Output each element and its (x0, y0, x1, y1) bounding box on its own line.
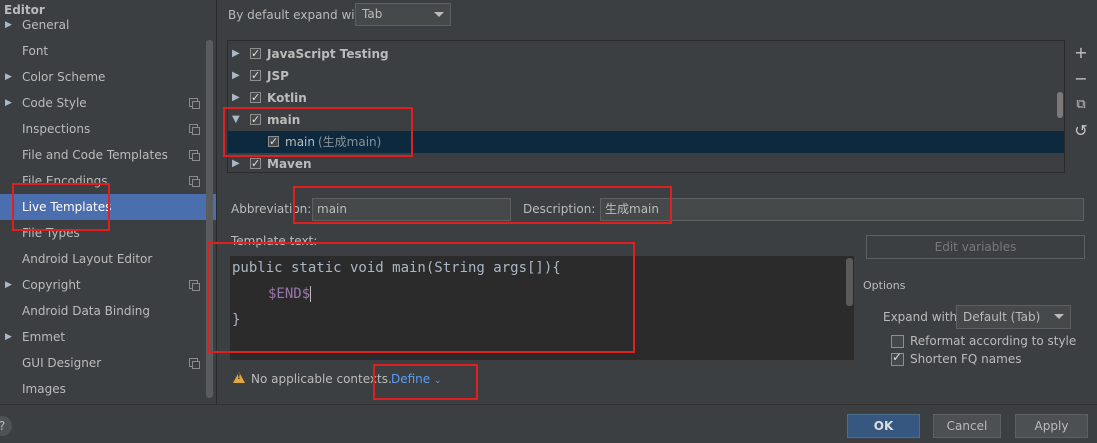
template-group-row[interactable]: ▶ Kotlin (228, 87, 1064, 109)
expand-arrow-icon[interactable]: ▶ (232, 43, 240, 65)
sidebar-item[interactable]: ▶ Copyright (0, 272, 216, 298)
restore-icon[interactable]: ↺ (1072, 122, 1090, 140)
warning-icon (233, 372, 245, 383)
expand-arrow-icon[interactable]: ▶ (5, 90, 12, 116)
highlight-box (208, 242, 635, 353)
project-scope-icon (189, 150, 200, 161)
options-label: Options (863, 279, 906, 292)
expand-arrow-icon[interactable]: ▶ (5, 64, 12, 90)
template-group-row[interactable]: ▶ JSP (228, 65, 1064, 87)
template-row-label: JSP (267, 69, 289, 83)
sidebar-item-label: Android Data Binding (22, 304, 151, 318)
sidebar-item[interactable]: GUI Designer (0, 350, 216, 376)
expand-arrow-icon[interactable]: ▶ (5, 12, 12, 38)
sidebar-item-label: Code Style (22, 96, 87, 110)
template-checkbox[interactable] (250, 43, 261, 65)
sidebar-item[interactable]: Android Layout Editor (0, 246, 216, 272)
template-row-label: JavaScript Testing (267, 47, 389, 61)
project-scope-icon (189, 176, 200, 187)
sidebar-item-label: Font (22, 44, 49, 58)
template-checkbox[interactable] (250, 65, 261, 87)
expand-arrow-icon[interactable]: ▶ (5, 324, 12, 350)
remove-icon[interactable]: − (1072, 70, 1090, 88)
reformat-label: Reformat according to style (910, 334, 1077, 348)
cancel-button[interactable]: Cancel (933, 414, 1001, 438)
template-group-row[interactable]: ▶ JavaScript Testing (228, 43, 1064, 65)
expand-with-select[interactable]: Default (Tab) (956, 305, 1071, 329)
expand-with-value: Default (Tab) (963, 310, 1041, 324)
sidebar-item-label: Copyright (22, 278, 81, 292)
sidebar-item-label: File and Code Templates (22, 148, 168, 162)
default-expand-label: By default expand with (228, 8, 367, 22)
sidebar-item-label: Images (22, 382, 66, 396)
expand-with-label: Expand with (883, 310, 958, 324)
sidebar-item-label: Emmet (22, 330, 66, 344)
editor-scrollbar[interactable] (846, 258, 853, 306)
expand-arrow-icon[interactable]: ▶ (232, 87, 240, 109)
edit-variables-button[interactable]: Edit variables (866, 235, 1085, 259)
sidebar-item-label: Android Layout Editor (22, 252, 153, 266)
highlight-box (223, 107, 413, 157)
copy-icon[interactable]: ⧉ (1072, 96, 1090, 114)
shorten-fq-checkbox[interactable] (891, 350, 904, 366)
sidebar-item[interactable]: ▶ Color Scheme (0, 64, 216, 90)
sidebar-item[interactable]: Inspections (0, 116, 216, 142)
project-scope-icon (189, 98, 200, 109)
sidebar-item-label: Inspections (22, 122, 91, 136)
template-checkbox[interactable] (250, 153, 261, 172)
project-scope-icon (189, 358, 200, 369)
chevron-down-icon (434, 12, 444, 17)
default-expand-select[interactable]: Tab (355, 3, 451, 26)
sidebar-item[interactable]: Android Data Binding (0, 298, 216, 324)
tree-scrollbar[interactable] (1057, 92, 1063, 118)
add-icon[interactable]: + (1072, 44, 1090, 62)
apply-button[interactable]: Apply (1015, 414, 1088, 438)
project-scope-icon (189, 124, 200, 135)
highlight-box (12, 183, 110, 231)
no-context-warning: No applicable contexts. (251, 372, 392, 386)
description-input[interactable]: 生成main (600, 198, 1084, 221)
sidebar-item[interactable]: Font (0, 38, 216, 64)
template-row-label: Kotlin (267, 91, 307, 105)
sidebar-item-label: Color Scheme (22, 70, 106, 84)
sidebar-item[interactable]: ▶ General (0, 12, 216, 38)
template-checkbox[interactable] (250, 87, 261, 109)
sidebar-item-label: General (22, 18, 70, 32)
sidebar-item-label: GUI Designer (22, 356, 102, 370)
sidebar-item[interactable]: ▶ Code Style (0, 90, 216, 116)
shorten-fq-label: Shorten FQ names (910, 352, 1022, 366)
project-scope-icon (189, 280, 200, 291)
expand-arrow-icon[interactable]: ▶ (232, 65, 240, 87)
ok-button[interactable]: OK (847, 414, 920, 438)
expand-arrow-icon[interactable]: ▶ (5, 272, 12, 298)
chevron-down-icon (1054, 314, 1064, 319)
default-expand-value: Tab (362, 7, 383, 21)
reformat-checkbox[interactable] (891, 335, 904, 348)
sidebar-item[interactable]: ▶ Emmet (0, 324, 216, 350)
sidebar-item[interactable]: File and Code Templates (0, 142, 216, 168)
tree-toolbar: + − ⧉ ↺ (1066, 40, 1096, 173)
sidebar-item[interactable]: Images (0, 376, 216, 402)
highlight-box (293, 186, 672, 224)
highlight-box (373, 364, 478, 400)
